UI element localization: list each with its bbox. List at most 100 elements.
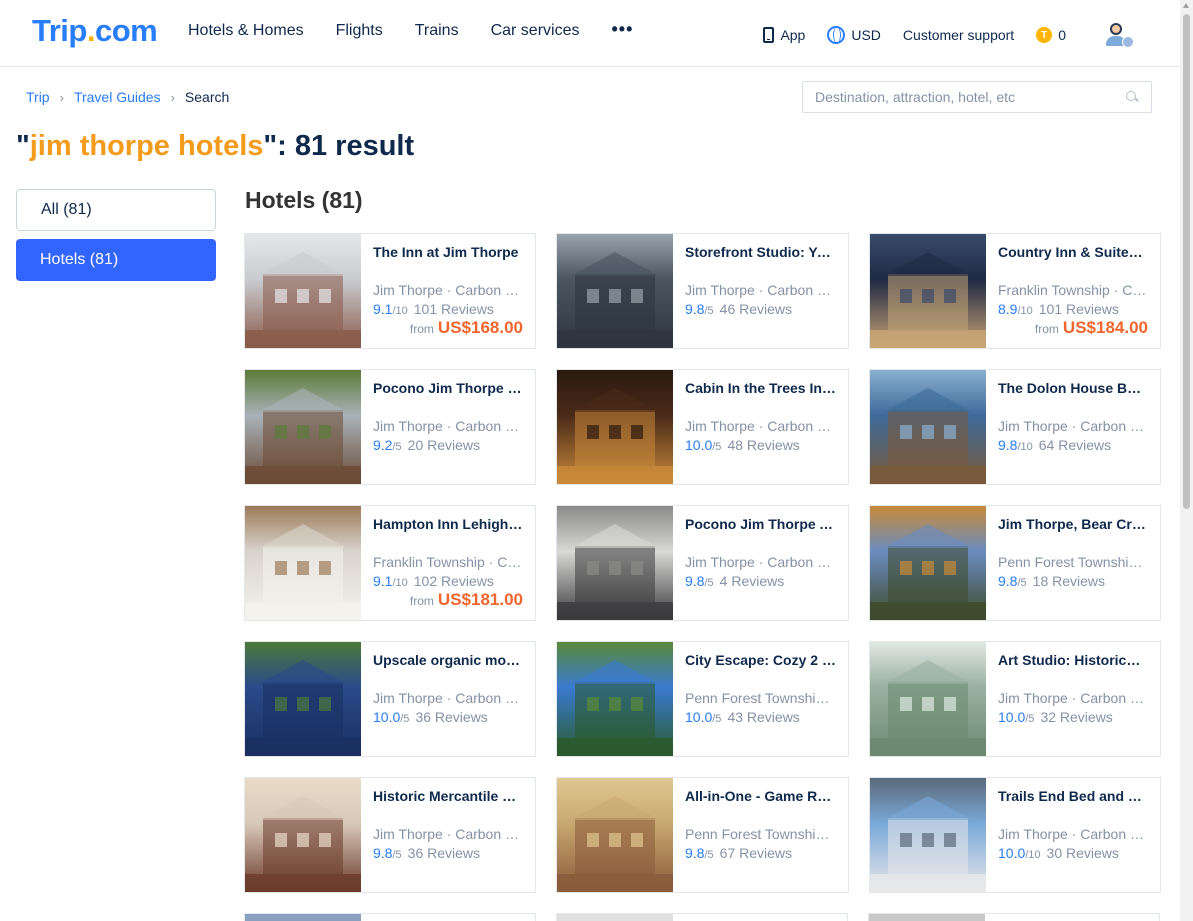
nav-trains[interactable]: Trains xyxy=(415,22,459,40)
nav-car-services[interactable]: Car services xyxy=(491,22,580,40)
hotel-rating: 8.9/10 101 Reviews xyxy=(998,301,1148,317)
filter-all[interactable]: All (81) xyxy=(16,189,216,231)
page-title: "jim thorpe hotels": 81 result xyxy=(16,130,414,163)
hotel-photo[interactable] xyxy=(557,506,673,620)
hotel-name[interactable]: City Escape: Cozy 2 Bedroom Cabin xyxy=(685,652,836,668)
trip-logo[interactable]: Trip.com xyxy=(32,13,158,49)
hotel-card[interactable]: Trails End Bed and Breakfast Jim Thorpe … xyxy=(869,777,1161,893)
partial-card xyxy=(868,913,1160,921)
hotel-name[interactable]: Art Studio: Historical Jim Thorpe xyxy=(998,652,1148,668)
hotel-card[interactable]: Pocono Jim Thorpe Apartment Jim Thorpe ·… xyxy=(556,505,849,621)
price-line: from US$181.00 xyxy=(410,590,523,610)
hotel-photo[interactable] xyxy=(245,370,361,484)
customer-support-link[interactable]: Customer support xyxy=(903,27,1014,43)
review-count: 67 Reviews xyxy=(719,845,793,861)
avatar[interactable] xyxy=(1104,22,1134,48)
hotel-name[interactable]: Country Inn & Suites by Radisson xyxy=(998,244,1148,260)
hotel-location: Penn Forest Township · Carbon County xyxy=(685,826,836,842)
hotel-info: The Inn at Jim Thorpe Jim Thorpe · Carbo… xyxy=(361,234,535,348)
hotel-photo[interactable] xyxy=(557,642,673,756)
breadcrumb-trip[interactable]: Trip xyxy=(26,89,50,105)
hotel-card[interactable]: Art Studio: Historical Jim Thorpe Jim Th… xyxy=(869,641,1161,757)
breadcrumb-travel-guides[interactable]: Travel Guides xyxy=(74,89,161,105)
scrollbar-thumb[interactable] xyxy=(1183,14,1190,509)
hotel-location: Penn Forest Township · Carbon County xyxy=(998,554,1148,570)
hotel-photo[interactable] xyxy=(557,778,673,892)
hotel-name[interactable]: The Dolon House Bed and Breakfast xyxy=(998,380,1148,396)
hotel-photo[interactable] xyxy=(245,234,361,348)
hotel-name[interactable]: All-in-One - Game Room Lake House xyxy=(685,788,836,804)
hotel-name[interactable]: The Inn at Jim Thorpe xyxy=(373,244,523,260)
hotel-card[interactable]: Pocono Jim Thorpe Getaway Jim Thorpe · C… xyxy=(244,369,536,485)
review-count: 64 Reviews xyxy=(1038,437,1112,453)
hotel-photo-shapes xyxy=(245,660,361,756)
hotel-photo-shapes xyxy=(870,660,986,756)
hotel-name[interactable]: Historic Mercantile Suite xyxy=(373,788,523,804)
hotel-card[interactable]: City Escape: Cozy 2 Bedroom Cabin Penn F… xyxy=(556,641,849,757)
filter-hotels[interactable]: Hotels (81) xyxy=(16,239,216,281)
hotel-rating: 9.1/10 101 Reviews xyxy=(373,301,523,317)
hotel-card[interactable]: Cabin In the Trees In Jim Thorpe Jim Tho… xyxy=(556,369,849,485)
hotel-card[interactable]: The Inn at Jim Thorpe Jim Thorpe · Carbo… xyxy=(244,233,536,349)
hotel-photo[interactable] xyxy=(245,506,361,620)
review-count: 32 Reviews xyxy=(1040,709,1113,725)
app-link[interactable]: App xyxy=(763,27,805,43)
hotel-photo[interactable] xyxy=(557,370,673,484)
search-icon[interactable] xyxy=(1126,90,1139,104)
hotel-photo[interactable] xyxy=(870,234,986,348)
globe-icon xyxy=(827,26,846,44)
review-count: 48 Reviews xyxy=(727,437,800,453)
nav-hotels-homes[interactable]: Hotels & Homes xyxy=(188,22,304,40)
hotel-photo[interactable] xyxy=(245,642,361,756)
review-count: 101 Reviews xyxy=(1038,301,1119,317)
trip-coins[interactable]: T 0 xyxy=(1036,27,1066,43)
hotel-card[interactable]: The Dolon House Bed and Breakfast Jim Th… xyxy=(869,369,1161,485)
hotel-name[interactable]: Trails End Bed and Breakfast xyxy=(998,788,1148,804)
hotel-card[interactable]: Jim Thorpe, Bear Creek Lakes Penn Forest… xyxy=(869,505,1161,621)
price-line: from US$184.00 xyxy=(1035,318,1148,338)
hotel-name[interactable]: Jim Thorpe, Bear Creek Lakes xyxy=(998,516,1148,532)
hotel-price: US$168.00 xyxy=(437,318,523,337)
hotel-card[interactable]: Historic Mercantile Suite Jim Thorpe · C… xyxy=(244,777,536,893)
currency-selector[interactable]: USD xyxy=(827,26,881,44)
rating-scale: /5 xyxy=(712,713,722,725)
breadcrumb: Trip › Travel Guides › Search xyxy=(26,89,229,105)
hotel-card[interactable]: Country Inn & Suites by Radisson Frankli… xyxy=(869,233,1161,349)
hotel-name[interactable]: Storefront Studio: Your Jim Thorpe xyxy=(685,244,836,260)
hotel-name[interactable]: Pocono Jim Thorpe Apartment xyxy=(685,516,836,532)
hotel-info: Upscale organic modern home Jim Thorpe ·… xyxy=(361,642,535,756)
hotel-card[interactable]: Storefront Studio: Your Jim Thorpe Jim T… xyxy=(556,233,849,349)
hotel-photo[interactable] xyxy=(870,778,986,892)
result-count: ": 81 result xyxy=(263,130,415,162)
nav-flights[interactable]: Flights xyxy=(336,22,383,40)
review-count: 20 Reviews xyxy=(407,437,481,453)
hotel-rating: 9.1/10 102 Reviews xyxy=(373,573,523,589)
hotel-photo[interactable] xyxy=(870,506,986,620)
rating-score: 9.8 xyxy=(685,573,705,589)
hotel-photo[interactable] xyxy=(870,370,986,484)
hotel-photo[interactable] xyxy=(245,778,361,892)
hotel-card[interactable]: Hampton Inn Lehighton Jim Thorpe Frankli… xyxy=(244,505,536,621)
scrollbar[interactable] xyxy=(1180,0,1193,921)
hotel-info: Country Inn & Suites by Radisson Frankli… xyxy=(986,234,1160,348)
review-count: 46 Reviews xyxy=(719,301,793,317)
hotel-location: Jim Thorpe · Carbon County xyxy=(998,418,1148,434)
rating-scale: /5 xyxy=(1025,713,1035,725)
app-label: App xyxy=(780,27,806,43)
hotel-photo[interactable] xyxy=(557,234,673,348)
scroll-up-icon[interactable] xyxy=(1183,3,1189,8)
rating-scale: /10 xyxy=(1017,441,1033,453)
search-input[interactable] xyxy=(815,89,1126,105)
hotel-name[interactable]: Pocono Jim Thorpe Getaway xyxy=(373,380,523,396)
hotel-card[interactable]: All-in-One - Game Room Lake House Penn F… xyxy=(556,777,849,893)
hotel-name[interactable]: Hampton Inn Lehighton Jim Thorpe xyxy=(373,516,523,532)
hotel-name[interactable]: Cabin In the Trees In Jim Thorpe xyxy=(685,380,836,396)
search-keyword: jim thorpe hotels xyxy=(29,130,264,162)
hotel-info: All-in-One - Game Room Lake House Penn F… xyxy=(673,778,848,892)
hotel-photo[interactable] xyxy=(870,642,986,756)
rating-scale: /5 xyxy=(392,441,402,453)
hotel-photo-shapes xyxy=(245,252,361,348)
more-icon[interactable]: ••• xyxy=(611,19,633,40)
hotel-card[interactable]: Upscale organic modern home Jim Thorpe ·… xyxy=(244,641,536,757)
hotel-name[interactable]: Upscale organic modern home xyxy=(373,652,523,668)
